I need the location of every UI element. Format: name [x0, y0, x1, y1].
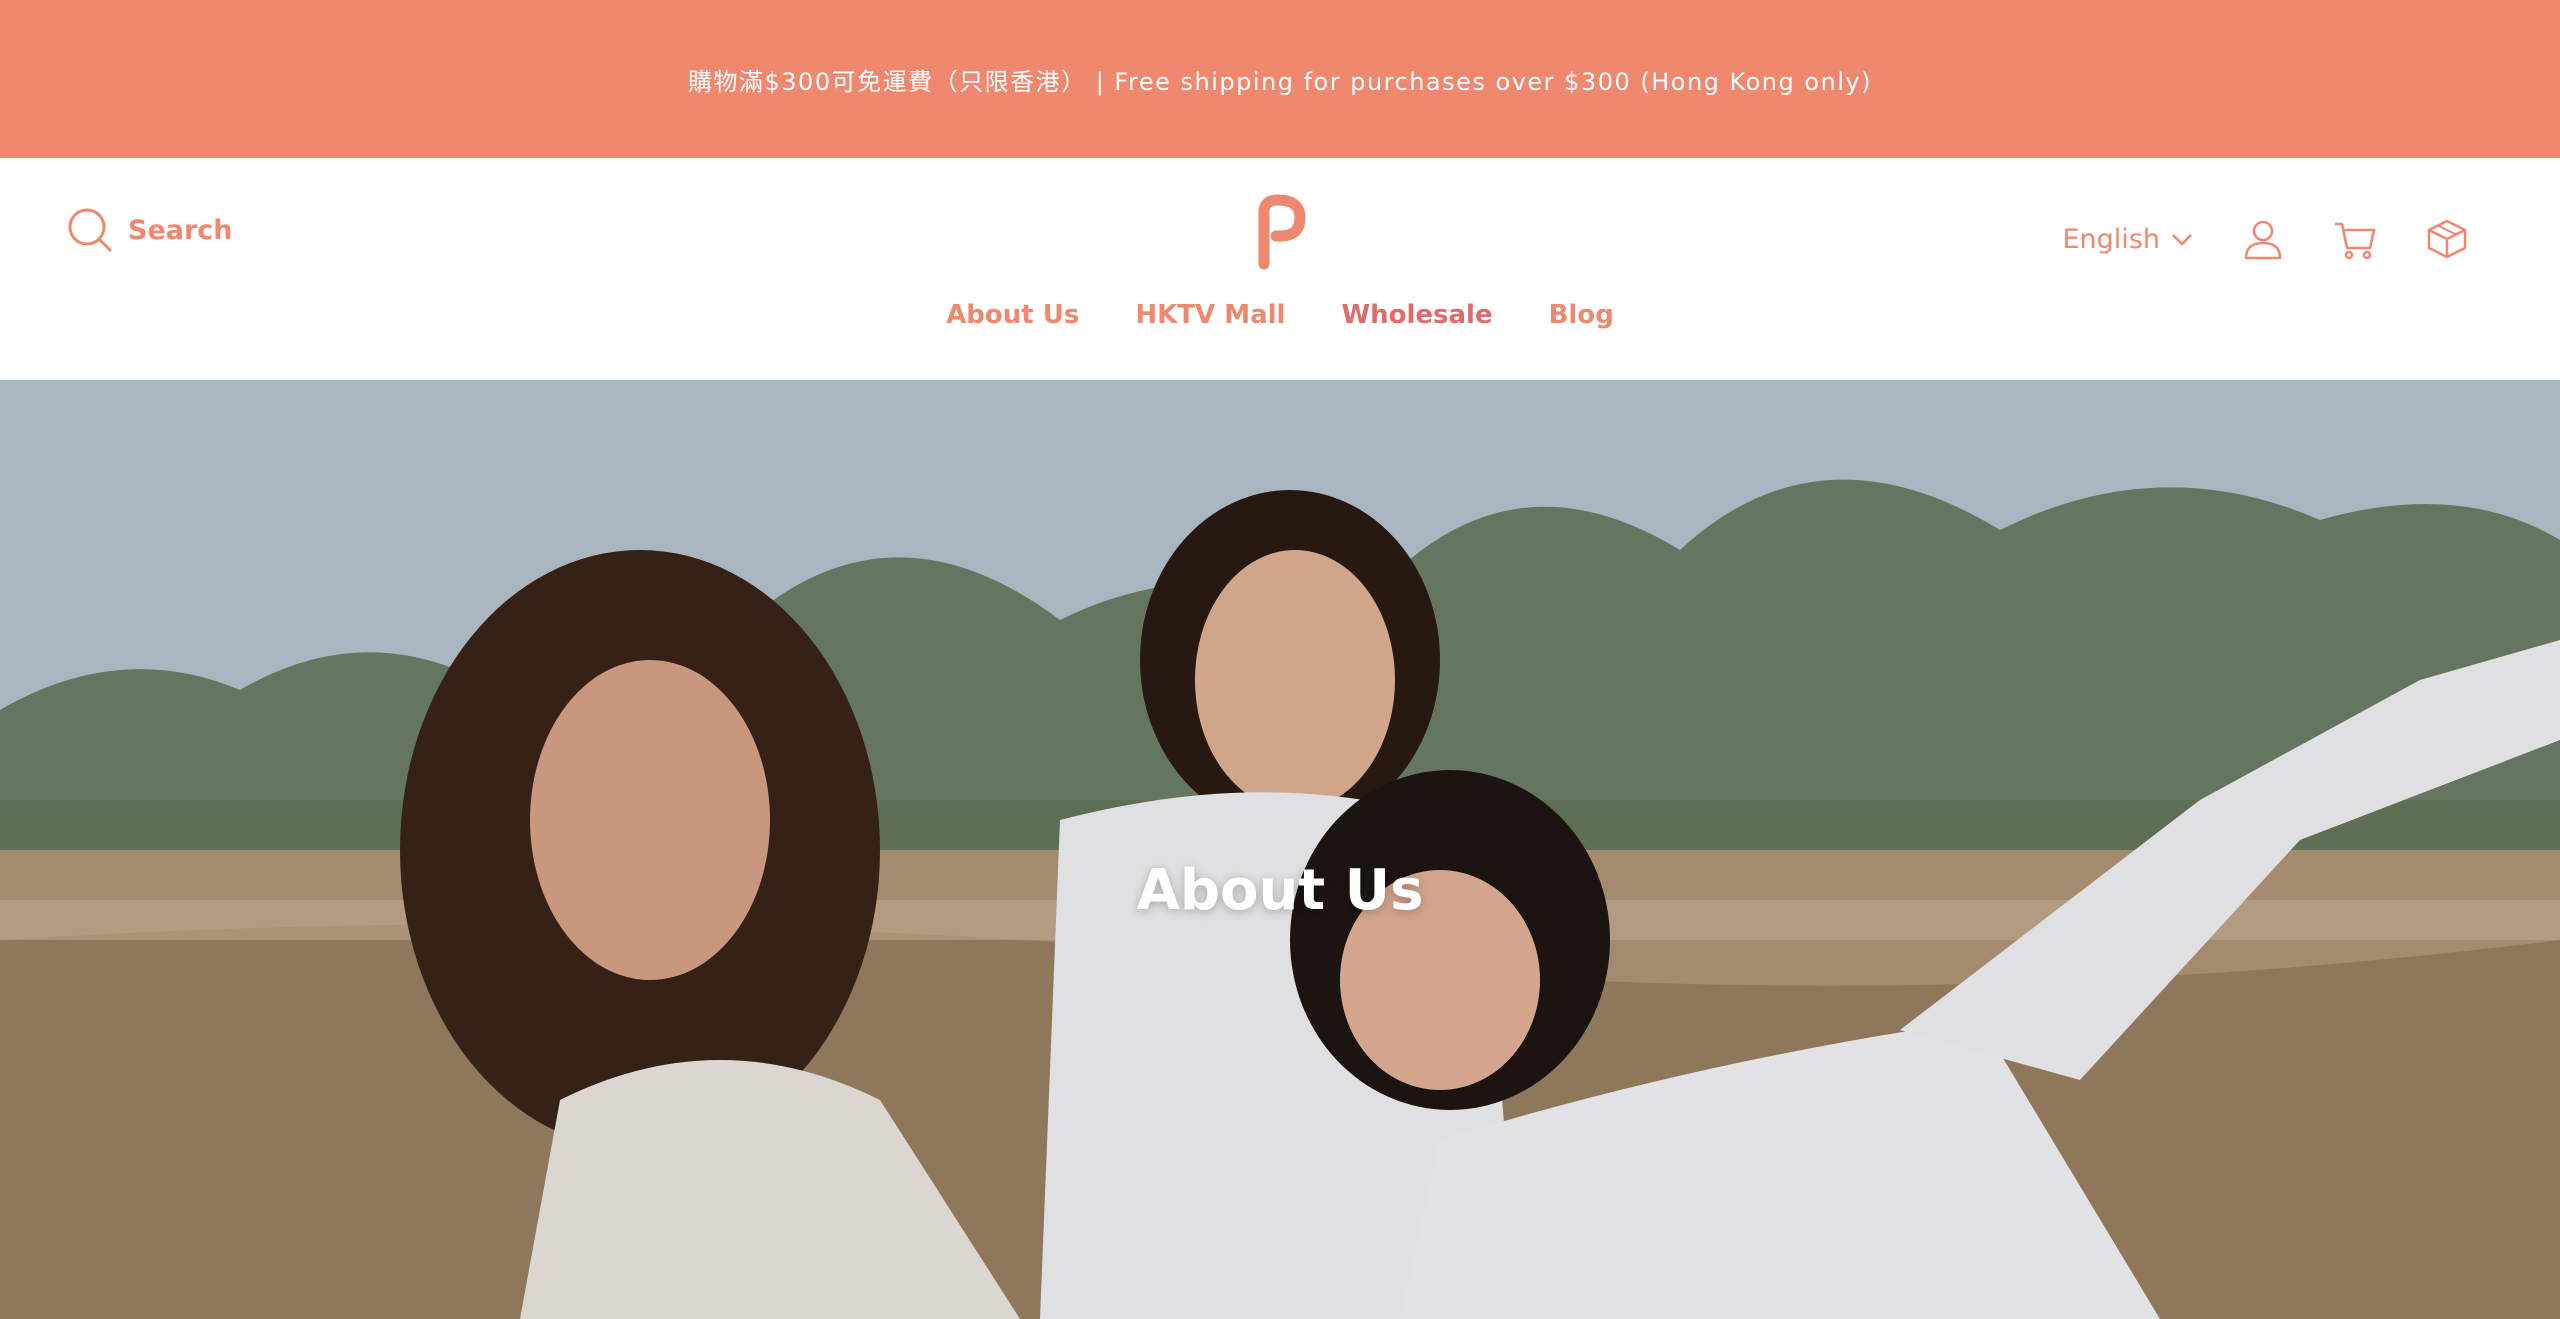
header-tools: English: [2063, 216, 2471, 262]
user-icon[interactable]: [2240, 216, 2286, 262]
cart-icon[interactable]: [2332, 216, 2378, 262]
hero-banner: About Us: [0, 380, 2560, 1319]
language-selector[interactable]: English: [2063, 224, 2195, 255]
search-button[interactable]: Search: [66, 206, 233, 254]
announcement-bar: 購物滿$300可免運費（只限香港） | Free shipping for pu…: [0, 0, 2560, 158]
nav-item-about-us[interactable]: About Us: [946, 300, 1079, 330]
hero-title: About Us: [1136, 858, 1424, 923]
hero-photo: [0, 380, 2560, 1319]
search-label: Search: [128, 214, 233, 246]
chevron-down-icon: [2172, 234, 2192, 246]
language-label: English: [2062, 223, 2161, 255]
search-icon: [68, 208, 112, 252]
site-header: Search About Us HKTV Mall Wholesale Blog…: [0, 158, 2560, 380]
nav-item-hktv-mall[interactable]: HKTV Mall: [1135, 300, 1285, 330]
nav-item-blog[interactable]: Blog: [1549, 300, 1614, 330]
announcement-text: 購物滿$300可免運費（只限香港） | Free shipping for pu…: [688, 67, 1872, 96]
brand-p-logo[interactable]: [1250, 194, 1310, 270]
main-nav: About Us HKTV Mall Wholesale Blog: [0, 300, 2560, 330]
box-icon[interactable]: [2424, 216, 2470, 262]
nav-item-wholesale[interactable]: Wholesale: [1341, 300, 1492, 330]
